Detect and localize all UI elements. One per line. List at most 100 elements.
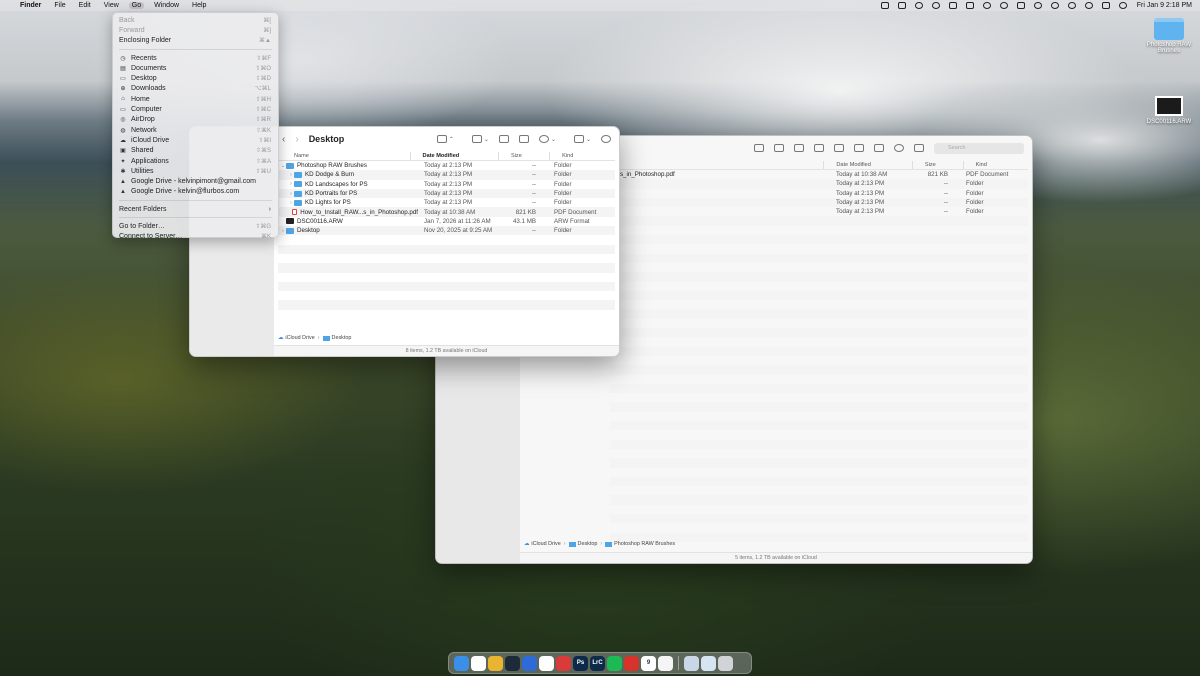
share-icon[interactable] [498,135,509,143]
table-row[interactable]: DSC00116.ARW Jan 7, 2026 at 11:26 AM 43.1 … [278,217,615,226]
menu-item-recent-folders[interactable]: Recent Folders › [113,204,278,214]
column-size[interactable]: Size [919,162,963,168]
menu-window[interactable]: Window [154,2,179,9]
documents-stack-icon[interactable] [701,655,716,671]
siri-icon[interactable] [1118,2,1127,9]
back-chevron-icon[interactable]: ‹ [282,134,285,145]
menu-item-desktop[interactable]: ▭ Desktop ⇧⌘D [113,73,278,83]
menu-finder[interactable]: Finder [20,2,41,9]
menu-item-network[interactable]: ◍ Network ⇧⌘K [113,125,278,135]
path-item[interactable]: Desktop [332,335,352,341]
group-icon[interactable] [471,135,482,143]
spotify-icon[interactable] [607,655,622,671]
column-kind[interactable]: Kind [556,153,615,159]
bluetooth-icon[interactable] [999,2,1008,9]
column-date-modified[interactable]: Date Modified [830,162,912,168]
control-center-icon[interactable] [1101,2,1110,9]
steam-icon[interactable] [505,655,520,671]
group-icon[interactable] [834,144,844,152]
gallery-view-icon[interactable] [814,144,824,152]
column-size[interactable]: Size [505,153,549,159]
table-row[interactable]: Today at 2:13 PM -- Folder [610,189,1028,198]
menu-item-downloads[interactable]: ⊕ Downloads ⌥⌘L [113,84,278,94]
table-row[interactable]: › KD Portraits for PS Today at 2:13 PM -- Fo… [278,188,615,199]
menu-item-recents[interactable]: ◷ Recents ⇧⌘F [113,53,278,63]
table-row[interactable]: Today at 2:13 PM -- Folder [610,179,1028,189]
path-item[interactable]: Photoshop RAW Brushes [614,541,675,547]
battery-icon[interactable] [1016,2,1025,9]
sync-icon[interactable] [931,2,940,9]
menu-clock[interactable]: Fri Jan 9 2:18 PM [1137,2,1192,9]
list-view-icon[interactable] [436,135,447,143]
column-name[interactable]: Name [278,153,410,159]
dropbox-icon[interactable] [948,2,957,9]
play-icon[interactable] [1067,2,1076,9]
wifi-icon[interactable] [1033,2,1042,9]
table-row[interactable]: › KD Lights for PS Today at 2:13 PM -- Folde… [278,198,615,207]
acrobat-icon[interactable] [624,655,639,671]
menu-item-computer[interactable]: ▭ Computer ⇧⌘C [113,104,278,114]
menu-item-connect-to-server[interactable]: Connect to Server… ⌘K [113,232,278,242]
display-icon[interactable] [965,2,974,9]
dropbox-icon[interactable] [914,144,924,152]
table-row[interactable]: Today at 2:13 PM -- Folder [610,197,1028,208]
menu-help[interactable]: Help [192,2,206,9]
search-field[interactable]: Search [934,142,1024,154]
slack-icon[interactable] [539,655,554,671]
icon-view-icon[interactable] [754,144,764,152]
menu-item-shared[interactable]: ▣ Shared ⇧⌘S [113,146,278,156]
tag-icon[interactable] [518,135,529,143]
share-icon[interactable] [854,144,864,152]
menu-edit[interactable]: Edit [79,2,91,9]
desktop-folder-photoshop-raw-brushes[interactable]: Photoshop RAW Brushes [1140,18,1198,54]
downloads-stack-icon[interactable] [684,655,699,671]
menu-file[interactable]: File [54,2,65,9]
menu-item-back[interactable]: Back ⌘[ [113,15,278,25]
menu-view[interactable]: View [104,2,119,9]
user-icon[interactable] [1050,2,1059,9]
calendar-icon[interactable] [471,655,486,671]
menu-item-enclosing-folder[interactable]: Enclosing Folder ⌘▲ [113,36,278,46]
creative-cloud-icon[interactable] [556,655,571,671]
tag-icon[interactable] [874,144,884,152]
menu-item-google-drive-kelvin-flurbos-com[interactable]: ▲ Google Drive - kelvin@flurbos.com [113,187,278,197]
photoshop-icon[interactable]: Ps [573,655,588,671]
menu-item-forward[interactable]: Forward ⌘] [113,25,278,35]
calendar-date-icon[interactable]: 9 [641,655,656,671]
menu-item-airdrop[interactable]: ◎ AirDrop ⇧⌘R [113,115,278,125]
table-row[interactable]: Today at 2:13 PM -- Folder [610,207,1028,216]
vpn-icon[interactable] [914,2,923,9]
table-row[interactable]: › Desktop Nov 20, 2025 at 9:25 AM -- Folder [278,226,615,236]
table-row[interactable]: How_to_Install_RAW...s_in_Photoshop.pdf T… [278,207,615,217]
menu-item-applications[interactable]: ✦ Applications ⇧⌘A [113,156,278,166]
table-row[interactable]: › KD Dodge & Burn Today at 2:13 PM -- Folder [278,170,615,180]
search-icon[interactable] [1084,2,1093,9]
forward-chevron-icon[interactable]: › [295,134,298,145]
table-row[interactable]: › KD Landscapes for PS Today at 2:13 PM -- F… [278,180,615,189]
desktop-file-dsc00116[interactable]: DSC00116.ARW [1140,96,1198,125]
contacts-icon[interactable] [522,655,537,671]
menu-item-icloud-drive[interactable]: ☁ iCloud Drive ⇧⌘I [113,135,278,145]
notes-icon[interactable] [658,655,673,671]
menu-item-utilities[interactable]: ✱ Utilities ⇧⌘U [113,166,278,176]
path-item[interactable]: iCloud Drive [531,541,560,547]
drive-icon[interactable] [897,2,906,9]
dropbox-icon[interactable] [573,135,584,143]
column-kind[interactable]: Kind [970,162,1028,168]
screen-record-icon[interactable] [880,2,889,9]
table-row[interactable]: ⌄ Photoshop RAW Brushes Today at 2:13 PM --… [278,161,615,170]
menu-item-google-drive-kelvinpimont-gmail-com[interactable]: ▲ Google Drive - kelvinpimont@gmail.com [113,176,278,186]
menu-item-go-to-folder[interactable]: Go to Folder… ⇧⌘G [113,221,278,231]
moon-icon[interactable] [982,2,991,9]
chrome-icon[interactable] [488,655,503,671]
column-date-modified[interactable]: Date Modified [417,153,498,159]
menu-item-documents[interactable]: ▤ Documents ⇧⌘O [113,63,278,73]
menu-go[interactable]: Go [128,2,145,9]
more-icon[interactable] [538,135,549,143]
trash-icon[interactable] [718,655,733,671]
list-view-icon[interactable] [774,144,784,152]
table-row[interactable]: s_in_Photoshop.pdf Today at 10:38 AM 821… [610,170,1028,179]
path-item[interactable]: Desktop [578,541,598,547]
search-icon[interactable] [601,135,611,143]
path-item[interactable]: iCloud Drive [285,335,314,341]
